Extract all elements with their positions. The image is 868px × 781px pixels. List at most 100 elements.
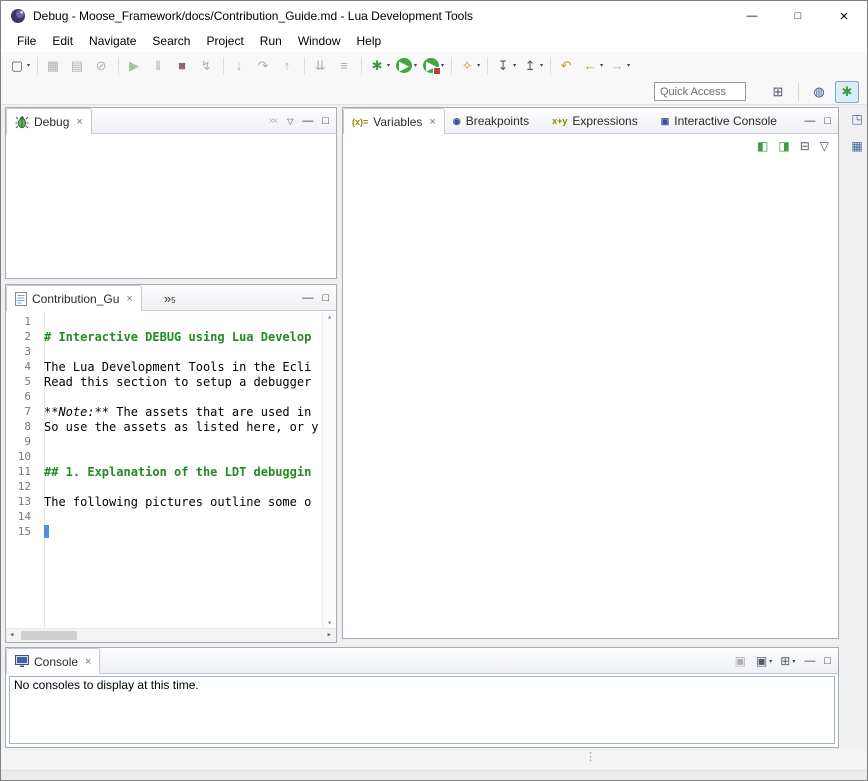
display-selected-console-icon[interactable]: ▣ ▾ xyxy=(756,654,772,668)
editor-line[interactable]: 12 xyxy=(6,479,322,494)
show-logical-structure-icon[interactable]: ◧ xyxy=(757,139,768,153)
collapse-all-icon[interactable]: ⊟ xyxy=(800,139,810,153)
scroll-right-icon[interactable]: ▸ xyxy=(327,629,332,642)
step-over-button[interactable]: ↷ xyxy=(253,55,275,77)
forward-button[interactable]: → ▾ xyxy=(607,55,632,77)
close-tab-icon[interactable]: × xyxy=(126,293,132,305)
maximize-icon[interactable]: □ xyxy=(824,655,831,667)
horizontal-scrollbar[interactable]: ◂ ▸ xyxy=(6,628,336,642)
editor-line[interactable]: 1 xyxy=(6,314,322,329)
scroll-left-icon[interactable]: ◂ xyxy=(9,629,14,642)
terminate-button[interactable]: ■ xyxy=(172,55,194,77)
editor-line[interactable]: 13 The following pictures outline some o xyxy=(6,494,322,509)
vertical-scrollbar[interactable]: ▴ ▾ xyxy=(322,311,336,628)
remove-terminated-icon[interactable]: ×× xyxy=(269,116,279,127)
close-tab-icon[interactable]: × xyxy=(76,116,82,128)
close-tab-icon[interactable]: × xyxy=(429,116,435,128)
debug-perspective-icon[interactable]: ✱ xyxy=(835,81,859,103)
ldt-perspective-icon[interactable]: ◍ xyxy=(807,81,831,103)
tab-console[interactable]: Console × xyxy=(6,648,100,674)
window-minimize-button[interactable]: — xyxy=(729,1,775,31)
menu-file[interactable]: File xyxy=(9,32,44,51)
last-edit-location-button[interactable]: ↶ xyxy=(556,55,578,77)
minimize-icon[interactable]: — xyxy=(302,292,313,304)
scrollbar-thumb[interactable] xyxy=(21,631,77,640)
new-button[interactable]: ▢ ▾ xyxy=(7,55,32,77)
toolbar-separator xyxy=(550,57,551,75)
editor-text-area[interactable]: 1 2 # Interactive DEBUG using Lua Develo… xyxy=(6,311,336,642)
minimize-icon[interactable]: — xyxy=(804,115,815,127)
tab-contribution-guide[interactable]: Contribution_Gu × xyxy=(6,285,142,311)
menu-project[interactable]: Project xyxy=(198,32,251,51)
step-into-button[interactable]: ↓ xyxy=(229,55,251,77)
tab-expressions[interactable]: x+y Expressions xyxy=(544,108,653,134)
tab-variables[interactable]: (x)= Variables × xyxy=(343,108,445,134)
editor-line[interactable]: 9 xyxy=(6,434,322,449)
external-tools-button[interactable]: ▶ ▾ xyxy=(421,55,446,77)
previous-annotation-button[interactable]: ↥ ▾ xyxy=(520,55,545,77)
minimize-icon[interactable]: — xyxy=(804,655,815,667)
resume-button[interactable]: ▶ xyxy=(124,55,146,77)
file-icon xyxy=(15,292,27,306)
perspective-bar: Quick Access ⊞ ◍ ✱ xyxy=(1,79,867,105)
editor-line[interactable]: 10 xyxy=(6,449,322,464)
back-button[interactable]: ← ▾ xyxy=(580,55,605,77)
restore-minimized-view-icon[interactable]: ◳ xyxy=(848,110,866,128)
pin-console-icon[interactable]: ▣ xyxy=(735,654,748,668)
quick-access-input[interactable]: Quick Access xyxy=(654,82,746,101)
tab-interactive-console[interactable]: ▣ Interactive Console xyxy=(653,108,792,134)
scroll-up-icon[interactable]: ▴ xyxy=(323,312,336,321)
editor-line[interactable]: 2 # Interactive DEBUG using Lua Develop xyxy=(6,329,322,344)
use-step-filters-button[interactable]: ≡ xyxy=(334,55,356,77)
editor-line[interactable]: 4 The Lua Development Tools in the Ecli xyxy=(6,359,322,374)
menu-run[interactable]: Run xyxy=(252,32,290,51)
editor-line[interactable]: 7 **Note:** The assets that are used in xyxy=(6,404,322,419)
skip-all-breakpoints-button[interactable]: ⊘ xyxy=(91,55,113,77)
scroll-down-icon[interactable]: ▾ xyxy=(323,618,336,627)
view-menu-icon[interactable]: ▽ xyxy=(287,117,293,126)
menu-navigate[interactable]: Navigate xyxy=(81,32,144,51)
run-button[interactable]: ▶ ▾ xyxy=(394,55,419,77)
drop-to-frame-button[interactable]: ⇊ xyxy=(310,55,332,77)
tab-icon: ▣ xyxy=(661,116,670,127)
editor-line[interactable]: 3 xyxy=(6,344,322,359)
maximize-icon[interactable]: □ xyxy=(322,115,329,127)
maximize-icon[interactable]: □ xyxy=(322,292,329,304)
open-perspective-icon[interactable]: ⊞ xyxy=(766,81,790,103)
bug-icon xyxy=(15,115,29,129)
suspend-button[interactable]: ‖ xyxy=(148,55,170,77)
console-content[interactable]: No consoles to display at this time. xyxy=(9,676,835,744)
tab-breakpoints[interactable]: ◉ Breakpoints xyxy=(445,108,544,134)
tab-debug[interactable]: Debug × xyxy=(6,108,92,134)
variables-panel: (x)= Variables × ◉ Breakpoints x+y Expre… xyxy=(342,107,839,639)
next-annotation-button[interactable]: ↧ ▾ xyxy=(493,55,518,77)
editor-line[interactable]: 6 xyxy=(6,389,322,404)
hidden-editors-chevron[interactable]: » 5 xyxy=(164,285,176,311)
editor-line[interactable]: 14 xyxy=(6,509,322,524)
step-return-button[interactable]: ↑ xyxy=(277,55,299,77)
view-menu-icon[interactable]: ▽ xyxy=(820,139,829,153)
pin-view-icon[interactable]: ◨ xyxy=(778,139,789,153)
editor-line[interactable]: 5 Read this section to setup a debugger xyxy=(6,374,322,389)
editor-line[interactable]: 8 So use the assets as listed here, or y xyxy=(6,419,322,434)
menu-help[interactable]: Help xyxy=(349,32,390,51)
window-close-button[interactable]: × xyxy=(821,1,867,31)
save-all-button[interactable]: ▤ xyxy=(67,55,89,77)
close-tab-icon[interactable]: × xyxy=(85,656,91,668)
debug-button[interactable]: ✱ ▾ xyxy=(367,55,392,77)
open-console-icon[interactable]: ⊞ ▾ xyxy=(780,654,795,668)
menu-window[interactable]: Window xyxy=(290,32,349,51)
editor-line[interactable]: 11 ## 1. Explanation of the LDT debuggin xyxy=(6,464,322,479)
save-button[interactable]: ▦ xyxy=(43,55,65,77)
search-button[interactable]: ✧ ▾ xyxy=(457,55,482,77)
minimize-icon[interactable]: — xyxy=(302,115,313,127)
menu-edit[interactable]: Edit xyxy=(44,32,81,51)
statusbar-grip-handle[interactable]: ⋮ xyxy=(585,750,596,763)
maximize-icon[interactable]: □ xyxy=(824,115,831,127)
menu-search[interactable]: Search xyxy=(144,32,198,51)
disconnect-button[interactable]: ↯ xyxy=(196,55,218,77)
window-resize-strip xyxy=(1,770,868,781)
minimized-view-icon[interactable]: ▦ xyxy=(848,137,866,155)
window-maximize-button[interactable]: □ xyxy=(775,1,821,31)
editor-line[interactable]: 15 xyxy=(6,524,322,539)
